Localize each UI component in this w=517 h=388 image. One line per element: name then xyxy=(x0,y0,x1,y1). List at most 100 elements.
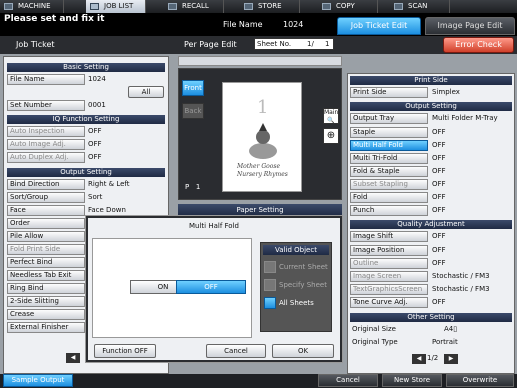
back-button[interactable]: Back xyxy=(182,103,204,119)
copy-icon xyxy=(322,3,331,10)
auto-duplex-adj-button[interactable]: Auto Duplex Adj. xyxy=(7,152,85,163)
recall-icon xyxy=(168,3,177,10)
file-name-button[interactable]: File Name xyxy=(7,74,85,85)
tab-scan[interactable]: SCAN xyxy=(390,0,450,13)
tone-curve-adj-button[interactable]: Tone Curve Adj. xyxy=(350,297,428,308)
scroll-left-arrow[interactable]: ◀ xyxy=(66,353,80,363)
per-page-edit-title: Per Page Edit xyxy=(184,40,237,49)
sheet-no-value: 1/ xyxy=(307,40,314,48)
output-setting-header: Output Setting xyxy=(7,168,165,177)
punch-button[interactable]: Punch xyxy=(350,205,428,216)
specify-sheet-label: Specify Sheet xyxy=(279,281,327,289)
tab-recall[interactable]: RECALL xyxy=(164,0,224,13)
original-type-val: Portrait xyxy=(432,338,458,346)
other-setting-header: Other Setting xyxy=(350,313,512,322)
tab-job-ticket-edit[interactable]: Job Ticket Edit xyxy=(337,17,421,35)
settings-panel: Print Side Print Side Simplex Output Set… xyxy=(347,73,515,374)
needless-tab-exit-button[interactable]: Needless Tab Exit xyxy=(7,270,85,281)
original-size-val: A4▯ xyxy=(444,325,458,333)
original-size-label: Original Size xyxy=(352,325,396,333)
fold-button[interactable]: Fold xyxy=(350,192,428,203)
auto-inspection-button[interactable]: Auto Inspection xyxy=(7,126,85,137)
file-name-val: 1024 xyxy=(88,75,106,83)
page-thumbnail: 1 Mother Goose Nursery Rhymes xyxy=(222,82,302,192)
dialog-cancel-button[interactable]: Cancel xyxy=(206,344,266,358)
output-tray-button[interactable]: Output Tray xyxy=(350,113,428,124)
print-side-button[interactable]: Print Side xyxy=(350,87,428,98)
two-side-slitting-button[interactable]: 2-Side Slitting xyxy=(7,296,85,307)
tab-store[interactable]: STORE xyxy=(240,0,300,13)
sheet-no-total: 1 xyxy=(325,40,330,48)
auto-duplex-adj-val: OFF xyxy=(88,153,102,161)
all-button[interactable]: All xyxy=(128,86,164,98)
tab-job-list[interactable]: JOB LIST xyxy=(86,0,146,13)
image-screen-val: Stochastic / FM3 xyxy=(432,272,490,280)
job-list-icon xyxy=(90,3,99,10)
pager-text: 1/2 xyxy=(427,354,439,362)
all-sheets-checkbox[interactable] xyxy=(264,297,276,309)
specify-sheet-checkbox[interactable] xyxy=(264,279,276,291)
dialog-title: Multi Half Fold xyxy=(189,222,239,230)
sort-group-button[interactable]: Sort/Group xyxy=(7,192,85,203)
front-button[interactable]: Front xyxy=(182,80,204,96)
ring-bind-button[interactable]: Ring Bind xyxy=(7,283,85,294)
dialog-ok-button[interactable]: OK xyxy=(272,344,334,358)
overwrite-button[interactable]: Overwrite xyxy=(446,374,514,387)
image-shift-val: OFF xyxy=(432,232,446,240)
function-off-button[interactable]: Function OFF xyxy=(94,344,156,358)
text-graphics-screen-button[interactable]: TextGraphicsScreen xyxy=(350,284,428,295)
outline-button[interactable]: Outline xyxy=(350,258,428,269)
output-tray-val: Multi Folder M-Tray xyxy=(432,114,498,122)
page-prev-arrow[interactable]: ◀ xyxy=(412,354,426,364)
print-side-header: Print Side xyxy=(350,76,512,85)
new-store-button[interactable]: New Store xyxy=(382,374,442,387)
order-button[interactable]: Order xyxy=(7,218,85,229)
punch-val: OFF xyxy=(432,206,446,214)
fold-staple-button[interactable]: Fold & Staple xyxy=(350,166,428,177)
preview-scrollbar[interactable] xyxy=(178,56,342,66)
tab-machine[interactable]: MACHINE xyxy=(0,0,64,13)
sample-output-button[interactable]: Sample Output xyxy=(3,374,73,387)
staple-button[interactable]: Staple xyxy=(350,127,428,138)
output-setting-header-right: Output Setting xyxy=(350,102,512,111)
auto-inspection-val: OFF xyxy=(88,127,102,135)
tone-curve-adj-val: OFF xyxy=(432,298,446,306)
scan-icon xyxy=(394,3,403,10)
face-val: Face Down xyxy=(88,206,126,214)
bind-direction-button[interactable]: Bind Direction xyxy=(7,179,85,190)
original-type-label: Original Type xyxy=(352,338,398,346)
tab-copy[interactable]: COPY xyxy=(318,0,378,13)
pile-allow-button[interactable]: Pile Allow xyxy=(7,231,85,242)
page-next-arrow[interactable]: ▶ xyxy=(444,354,458,364)
zoom-in-icon[interactable]: ⊕ xyxy=(323,128,339,144)
error-check-button[interactable]: Error Check xyxy=(443,37,514,53)
tab-image-page-edit[interactable]: Image Page Edit xyxy=(425,17,515,35)
external-finisher-button[interactable]: External Finisher xyxy=(7,322,85,333)
subset-stapling-button[interactable]: Subset Stapling xyxy=(350,179,428,190)
current-sheet-checkbox[interactable] xyxy=(264,261,276,273)
image-position-val: OFF xyxy=(432,246,446,254)
paper-setting-header: Paper Setting xyxy=(178,204,342,216)
auto-image-adj-button[interactable]: Auto Image Adj. xyxy=(7,139,85,150)
image-screen-button[interactable]: Image Screen xyxy=(350,271,428,282)
multi-half-fold-button[interactable]: Multi Half Fold xyxy=(350,140,428,151)
sheet-no-label: Sheet No. xyxy=(257,40,292,48)
set-number-button[interactable]: Set Number xyxy=(7,100,85,111)
fold-print-side-button[interactable]: Fold Print Side xyxy=(7,244,85,255)
print-side-val: Simplex xyxy=(432,88,460,96)
image-shift-button[interactable]: Image Shift xyxy=(350,231,428,242)
image-position-button[interactable]: Image Position xyxy=(350,245,428,256)
page-title-line1: Mother Goose xyxy=(237,163,281,170)
valid-object-header: Valid Object xyxy=(263,245,329,255)
current-sheet-label: Current Sheet xyxy=(279,263,328,271)
staple-val: OFF xyxy=(432,128,446,136)
off-button[interactable]: OFF xyxy=(176,280,246,294)
crease-button[interactable]: Crease xyxy=(7,309,85,320)
zoom-main-label: Main xyxy=(324,109,339,116)
sheet-no-field[interactable]: Sheet No. 1/ 1 xyxy=(254,38,334,50)
face-button[interactable]: Face xyxy=(7,205,85,216)
cancel-button[interactable]: Cancel xyxy=(318,374,378,387)
multi-tri-fold-button[interactable]: Multi Tri-Fold xyxy=(350,153,428,164)
zoom-main-icon[interactable]: Main 🔍 xyxy=(323,108,339,124)
perfect-bind-button[interactable]: Perfect Bind xyxy=(7,257,85,268)
